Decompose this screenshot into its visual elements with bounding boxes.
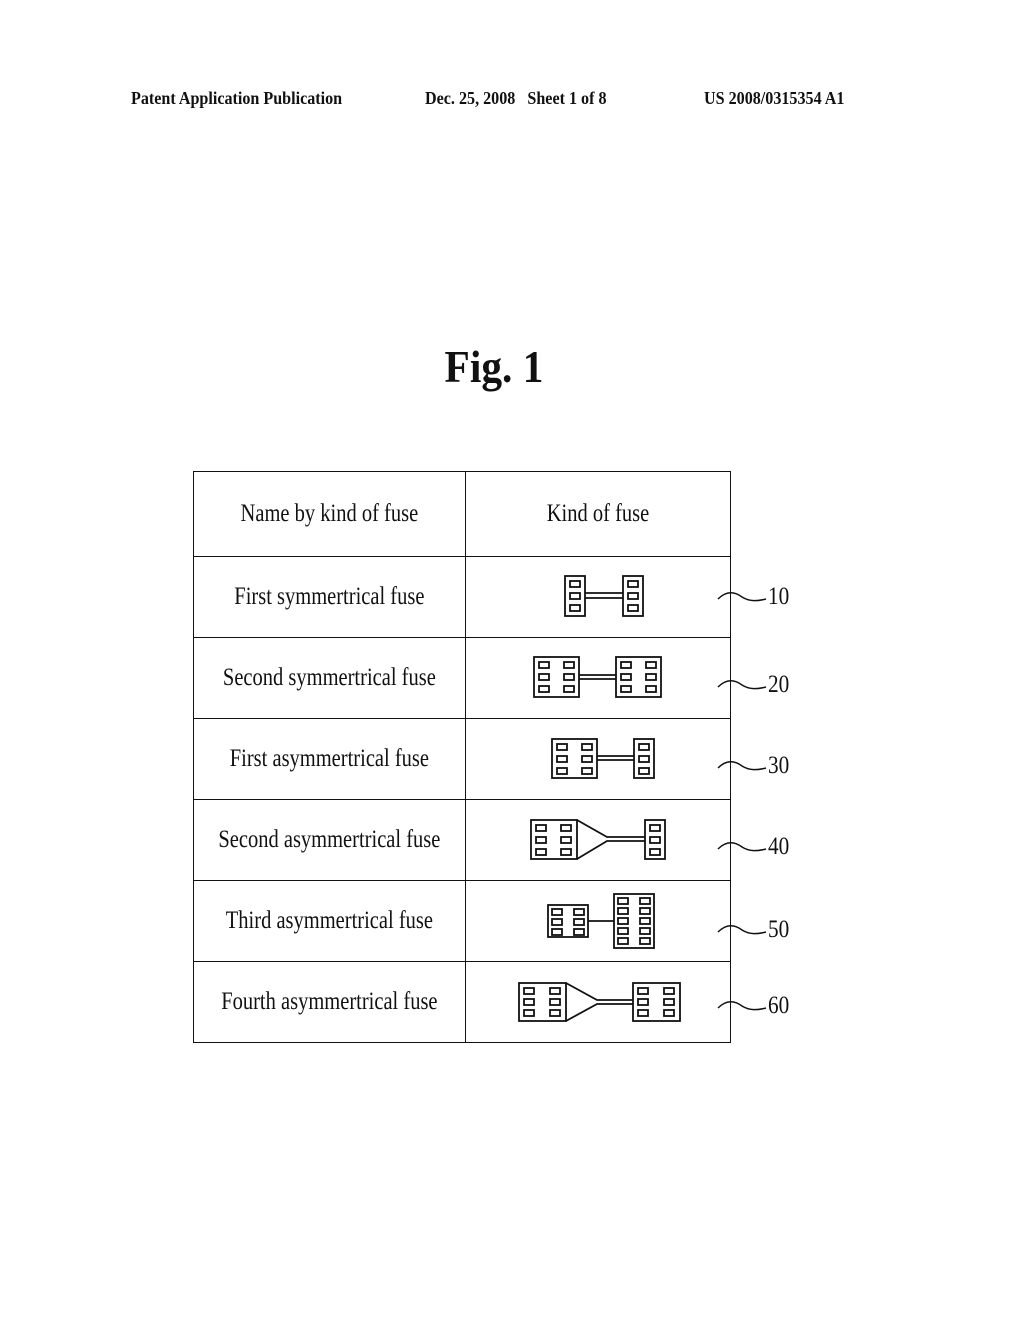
second-symmetrical-fuse-icon (532, 656, 662, 698)
leader-line-icon (717, 842, 767, 852)
fuse-name: Second asymmertrical fuse (218, 826, 441, 853)
column-header-name: Name by kind of fuse (193, 471, 466, 557)
leader-line-icon (717, 761, 767, 771)
reference-numeral: 20 (716, 671, 806, 701)
third-asymmetrical-fuse-icon (546, 893, 655, 949)
fuse-name: Third asymmertrical fuse (225, 907, 433, 934)
fuse-name: Second symmertrical fuse (222, 664, 436, 691)
reference-numeral: 40 (716, 833, 806, 863)
table-row: Second symmertrical fuse (193, 637, 731, 719)
table-row: Second asymmertrical fuse (193, 799, 731, 881)
leader-line-icon (717, 680, 767, 690)
fuse-table: Name by kind of fuse Kind of fuse First … (193, 471, 731, 1043)
reference-numeral: 10 (716, 583, 806, 613)
fuse-name: First symmertrical fuse (234, 583, 425, 610)
first-symmetrical-fuse-icon (563, 575, 644, 617)
figure-title: Fig. 1 (444, 341, 544, 392)
fuse-name: Fourth asymmertrical fuse (221, 988, 438, 1015)
reference-numeral: 50 (716, 916, 806, 946)
fuse-name: First asymmertrical fuse (229, 745, 430, 772)
table-row: First asymmertrical fuse (193, 718, 731, 800)
fourth-asymmetrical-fuse-icon (517, 982, 681, 1022)
leader-line-icon (717, 925, 767, 935)
publication-label: Patent Application Publication (131, 88, 343, 108)
table-row: Fourth asymmertrical fuse (193, 961, 731, 1043)
second-asymmetrical-fuse-icon (529, 819, 666, 860)
reference-numeral: 30 (716, 752, 806, 782)
column-header-kind: Kind of fuse (464, 471, 731, 557)
leader-line-icon (717, 1001, 767, 1011)
reference-numeral: 60 (716, 992, 806, 1022)
patent-number: US 2008/0315354 A1 (704, 88, 845, 108)
first-asymmetrical-fuse-icon (550, 738, 655, 779)
table-header-row: Name by kind of fuse Kind of fuse (193, 471, 731, 557)
table-row: First symmertrical fuse (193, 556, 731, 638)
leader-line-icon (717, 592, 767, 602)
date-sheet-label: Dec. 25, 2008 Sheet 1 of 8 (425, 88, 607, 108)
table-row: Third asymmertrical fuse (193, 880, 731, 962)
